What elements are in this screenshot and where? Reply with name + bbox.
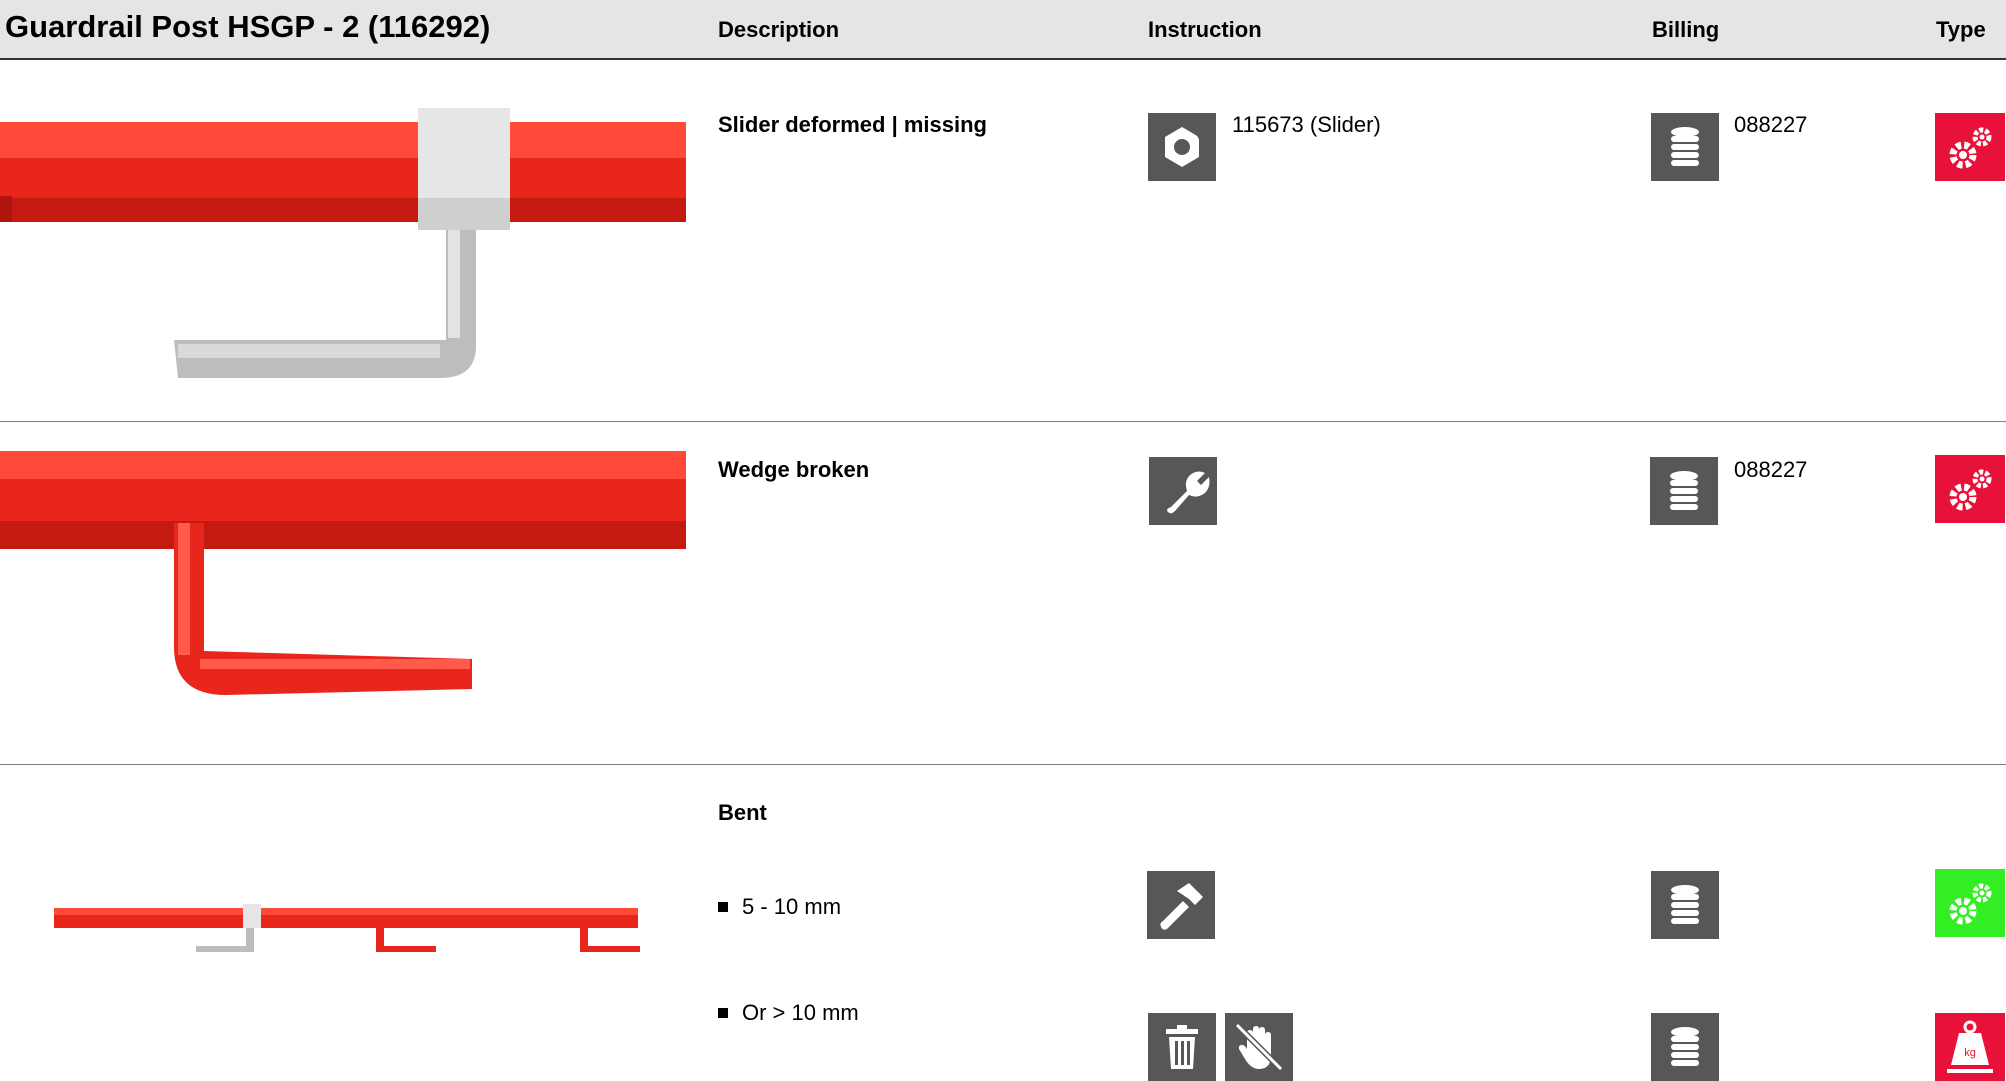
instruction-part-number: 115673 (Slider) bbox=[1232, 112, 1381, 137]
bullet-square-icon bbox=[718, 1008, 728, 1018]
column-header-type: Type bbox=[1936, 17, 1986, 42]
coin-stack-icon bbox=[1651, 113, 1719, 181]
guardrail-post-slider-image bbox=[0, 108, 686, 378]
billing-number: 088227 bbox=[1734, 112, 1808, 137]
bullet-item-5-10mm: 5 - 10 mm bbox=[718, 894, 841, 920]
page-title: Guardrail Post HSGP - 2 (116292) bbox=[5, 9, 491, 44]
column-header-description: Description bbox=[718, 17, 840, 42]
coin-stack-icon bbox=[1650, 457, 1718, 525]
svg-text:kg: kg bbox=[1964, 1047, 1976, 1059]
no-touch-hand-icon bbox=[1225, 1013, 1293, 1081]
nut-icon bbox=[1148, 113, 1216, 181]
row-description: Bent bbox=[718, 800, 767, 825]
wrench-icon bbox=[1149, 457, 1217, 525]
bullet-label: Or > 10 mm bbox=[742, 1000, 859, 1025]
gears-icon bbox=[1935, 113, 2005, 181]
billing-number: 088227 bbox=[1734, 457, 1808, 482]
column-header-instruction: Instruction bbox=[1148, 17, 1262, 42]
bullet-square-icon bbox=[718, 902, 728, 912]
guardrail-post-wedge-image bbox=[0, 451, 686, 695]
gears-icon bbox=[1935, 455, 2005, 523]
row-divider bbox=[0, 421, 2006, 422]
bullet-item-over-10mm: Or > 10 mm bbox=[718, 1000, 859, 1026]
hammer-icon bbox=[1147, 871, 1215, 939]
row-description: Wedge broken bbox=[718, 457, 870, 482]
weight-kg-icon: kg bbox=[1935, 1013, 2005, 1081]
guardrail-post-bent-image bbox=[54, 904, 640, 952]
coin-stack-icon bbox=[1651, 871, 1719, 939]
row-description: Slider deformed | missing bbox=[718, 112, 987, 137]
table-header: Guardrail Post HSGP - 2 (116292) Descrip… bbox=[0, 0, 2006, 60]
bullet-label: 5 - 10 mm bbox=[742, 894, 842, 919]
trash-icon bbox=[1148, 1013, 1216, 1081]
column-header-billing: Billing bbox=[1652, 17, 1720, 42]
gears-icon bbox=[1935, 869, 2005, 937]
row-divider bbox=[0, 764, 2006, 765]
coin-stack-icon bbox=[1651, 1013, 1719, 1081]
